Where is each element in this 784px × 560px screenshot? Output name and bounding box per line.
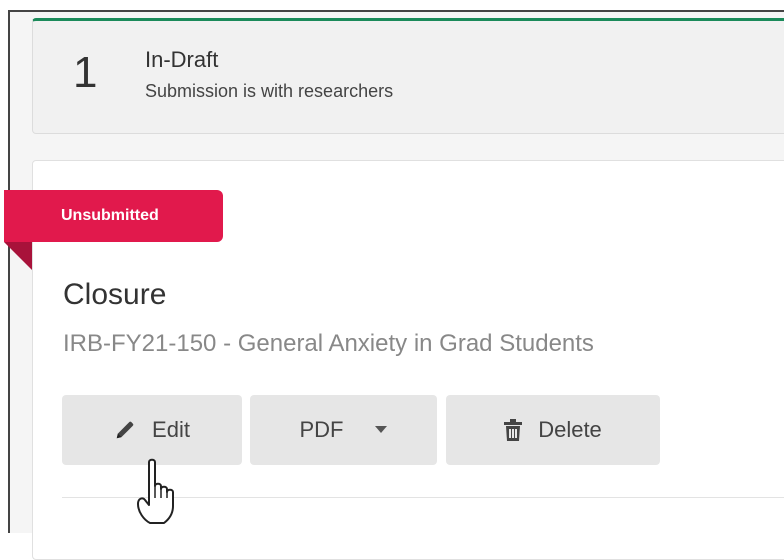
delete-button[interactable]: Delete <box>446 395 660 465</box>
caret-down-icon <box>374 425 388 435</box>
pencil-icon <box>114 419 136 441</box>
pdf-button-label: PDF <box>299 417 344 442</box>
trash-icon <box>504 419 523 441</box>
status-badge: Unsubmitted <box>4 190 223 242</box>
submission-subtitle: IRB-FY21-150 - General Anxiety in Grad S… <box>63 330 594 357</box>
hand-pointer-cursor-icon <box>135 458 187 533</box>
status-card: 1 In-Draft Submission is with researcher… <box>32 18 784 134</box>
delete-button-label: Delete <box>538 417 602 442</box>
status-subtitle: Submission is with researchers <box>145 81 394 101</box>
submission-title: Closure <box>63 278 167 311</box>
edit-button-label: Edit <box>152 417 190 442</box>
pdf-dropdown-button[interactable]: PDF <box>250 395 437 465</box>
status-title: In-Draft <box>145 47 219 72</box>
edit-button[interactable]: Edit <box>62 395 242 465</box>
badge-ribbon-fold <box>4 242 32 270</box>
status-step-number: 1 <box>73 48 98 97</box>
